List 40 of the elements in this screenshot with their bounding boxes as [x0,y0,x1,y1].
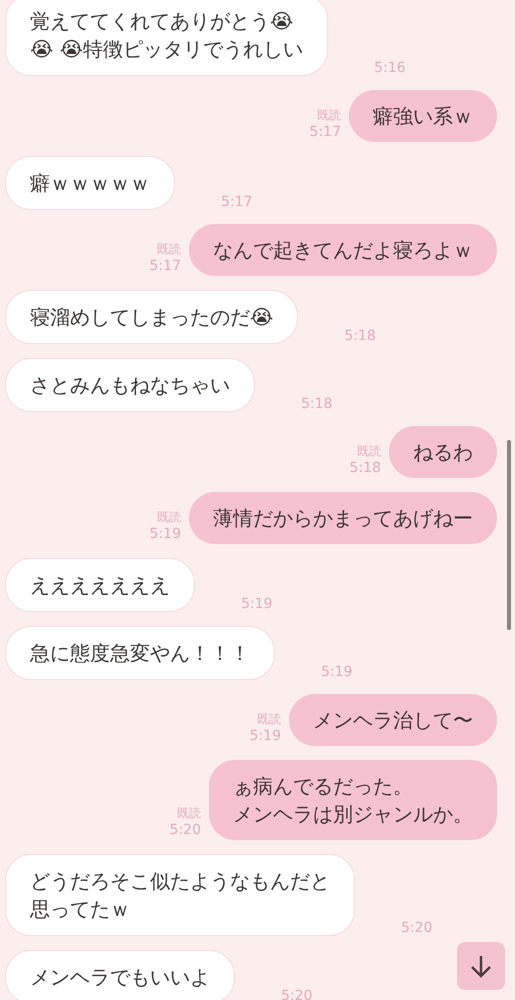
down-arrow-icon [470,954,492,978]
message-time: 5:17 [310,124,341,140]
read-receipt: 既読 [157,509,181,526]
read-receipt: 既読 [177,805,201,822]
message-text: どうだろそこ似たようなもんだと [30,868,330,895]
message-text: ぁ病んでるだった。 [233,773,414,800]
message-text: ねるわ [413,439,473,466]
read-receipt: 既読 [157,241,181,258]
message-text: なんで起きてんだよ寝ろよｗ [213,237,473,264]
message-text: 😭 😭特徴ピッタリでうれしい [30,36,304,63]
message-text: 癖強い系ｗ [373,103,473,130]
message-text: 寝溜めしてしまったのだ😭 [30,304,274,331]
scrollbar-thumb[interactable] [507,440,511,630]
message-time: 5:19 [250,728,281,744]
message-time: 5:18 [301,396,332,414]
message-text: 思ってたｗ [30,896,131,923]
message-time: 5:19 [150,526,181,542]
message-time: 5:20 [401,920,432,938]
message-time: 5:18 [350,460,381,476]
message-time: 5:20 [170,822,201,838]
message-text: えええええええ [30,572,170,599]
message-time: 5:19 [241,596,272,614]
message-text: 薄情だからかまってあげねー [213,505,473,532]
message-time: 5:19 [321,664,352,682]
message-time: 5:16 [374,60,406,78]
read-receipt: 既読 [357,443,381,460]
scroll-down-button[interactable] [457,942,505,990]
message-text: 覚えててくれてありがとう😭 [30,8,294,35]
message-time: 5:20 [281,988,312,1000]
message-time: 5:18 [344,328,376,346]
message-text: さとみんもねなちゃい [30,372,230,399]
message-text: メンヘラ治して〜 [313,707,473,734]
read-receipt: 既読 [257,711,281,728]
message-text: 急に態度急変やん！！！ [30,640,250,667]
message-text: メンヘラは別ジャンルか。 [233,801,473,828]
message-text: 癖ｗｗｗｗｗ [30,170,150,197]
read-receipt: 既読 [317,107,341,124]
message-time: 5:17 [221,194,252,212]
message-text: メンヘラでもいいよ [30,964,210,991]
message-time: 5:17 [150,258,181,274]
